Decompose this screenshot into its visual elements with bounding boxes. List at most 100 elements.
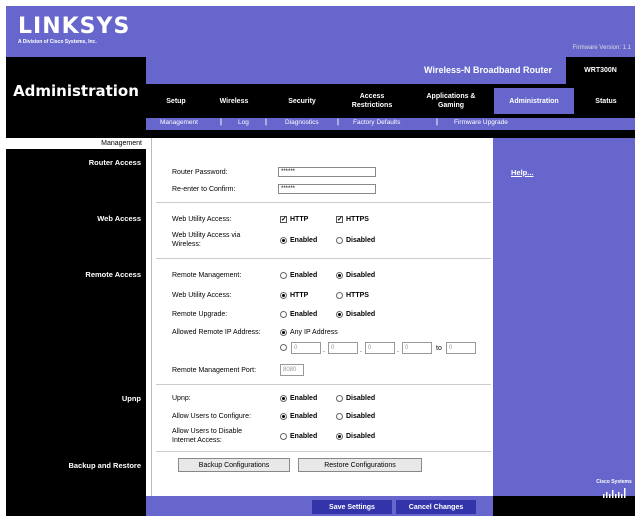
confirm-password-label: Re-enter to Confirm: bbox=[172, 186, 236, 193]
router-access-label: Router Access bbox=[88, 158, 141, 167]
radio-selected-icon bbox=[336, 272, 343, 279]
allowed-ip-label: Allowed Remote IP Address: bbox=[172, 329, 261, 336]
tab-setup[interactable]: Setup bbox=[152, 88, 200, 114]
subtab-diagnostics[interactable]: Diagnostics bbox=[285, 119, 319, 126]
enabled-label: Enabled bbox=[290, 433, 318, 440]
disabled-label: Disabled bbox=[346, 395, 376, 402]
tab-administration[interactable]: Administration bbox=[494, 88, 574, 114]
http-checkbox[interactable]: ✓ HTTP bbox=[280, 216, 308, 223]
cisco-logo-text: Cisco Systems bbox=[596, 479, 632, 485]
cancel-changes-button[interactable]: Cancel Changes bbox=[396, 500, 476, 514]
checkbox-checked-icon: ✓ bbox=[280, 216, 287, 223]
subtab-firmware-upgrade[interactable]: Firmware Upgrade bbox=[454, 119, 508, 126]
radio-unselected-icon bbox=[280, 433, 287, 440]
ip-octet-4-input[interactable]: 0 bbox=[402, 342, 432, 354]
radio-unselected-icon bbox=[336, 292, 343, 299]
upgrade-disabled-radio[interactable]: Disabled bbox=[336, 311, 375, 318]
configure-enabled-radio[interactable]: Enabled bbox=[280, 413, 317, 420]
disabled-label: Disabled bbox=[346, 433, 376, 440]
enabled-label: Enabled bbox=[290, 395, 318, 402]
subtab-log[interactable]: Log bbox=[238, 119, 249, 126]
radio-unselected-icon bbox=[280, 311, 287, 318]
tab-status[interactable]: Status bbox=[580, 88, 632, 114]
divider bbox=[156, 258, 491, 259]
remote-port-input[interactable]: 8080 bbox=[280, 364, 304, 376]
ip-to-label: to bbox=[436, 345, 442, 352]
upnp-label: Upnp bbox=[121, 394, 141, 403]
ip-end-input[interactable]: 0 bbox=[446, 342, 476, 354]
https-label: HTTPS bbox=[346, 216, 369, 223]
disabled-label: Disabled bbox=[346, 272, 376, 279]
divider bbox=[151, 138, 152, 496]
help-link[interactable]: Help... bbox=[511, 168, 534, 177]
ip-octet-3-input[interactable]: 0 bbox=[365, 342, 395, 354]
https-label: HTTPS bbox=[346, 292, 369, 299]
wireless-disabled-radio[interactable]: Disabled bbox=[336, 237, 375, 244]
divider bbox=[156, 451, 491, 452]
tab-access-restrictions[interactable]: Access Restrictions bbox=[342, 88, 402, 114]
divider bbox=[156, 384, 491, 385]
https-checkbox[interactable]: ✓ HTTPS bbox=[336, 216, 369, 223]
radio-unselected-icon bbox=[336, 413, 343, 420]
logo-subtitle: A Division of Cisco Systems, Inc. bbox=[18, 39, 97, 45]
disabled-label: Disabled bbox=[346, 413, 376, 420]
tab-applications-gaming[interactable]: Applications & Gaming bbox=[414, 88, 488, 114]
subtab-management[interactable]: Management bbox=[160, 119, 198, 126]
http-label: HTTP bbox=[290, 292, 309, 299]
remote-enabled-radio[interactable]: Enabled bbox=[280, 272, 317, 279]
enabled-label: Enabled bbox=[290, 272, 318, 279]
model-name: WRT300N bbox=[566, 57, 635, 84]
tab-wireless[interactable]: Wireless bbox=[206, 88, 262, 114]
linksys-logo: LINKSYS bbox=[18, 14, 131, 39]
upgrade-enabled-radio[interactable]: Enabled bbox=[280, 311, 317, 318]
any-ip-label: Any IP Address bbox=[290, 329, 338, 336]
save-settings-button[interactable]: Save Settings bbox=[312, 500, 392, 514]
upnp-enabled-radio[interactable]: Enabled bbox=[280, 395, 317, 402]
disable-disabled-radio[interactable]: Disabled bbox=[336, 433, 375, 440]
radio-unselected-icon bbox=[280, 272, 287, 279]
ip-dot: . bbox=[360, 347, 362, 354]
remote-http-radio[interactable]: HTTP bbox=[280, 292, 308, 299]
remote-disabled-radio[interactable]: Disabled bbox=[336, 272, 375, 279]
router-password-input[interactable]: ****** bbox=[278, 167, 376, 177]
any-ip-radio[interactable]: Any IP Address bbox=[280, 329, 338, 336]
firmware-version: Firmware Version: 1.1 bbox=[572, 45, 631, 51]
disable-enabled-radio[interactable]: Enabled bbox=[280, 433, 317, 440]
subtab-separator: | bbox=[220, 119, 222, 126]
confirm-password-input[interactable]: ****** bbox=[278, 184, 376, 194]
divider bbox=[156, 202, 491, 203]
remote-https-radio[interactable]: HTTPS bbox=[336, 292, 369, 299]
cisco-logo-icon bbox=[603, 488, 626, 498]
subtab-separator: | bbox=[337, 119, 339, 126]
remote-access-label: Remote Access bbox=[85, 270, 141, 279]
configure-disabled-radio[interactable]: Disabled bbox=[336, 413, 375, 420]
radio-unselected-icon bbox=[280, 344, 287, 351]
ip-range-radio[interactable] bbox=[280, 344, 287, 353]
backup-configurations-button[interactable]: Backup Configurations bbox=[178, 458, 290, 472]
page-title: Administration bbox=[13, 82, 139, 100]
subtab-separator: | bbox=[436, 119, 438, 126]
radio-selected-icon bbox=[280, 395, 287, 402]
ip-octet-1-input[interactable]: 0 bbox=[291, 342, 321, 354]
product-name: Wireless-N Broadband Router bbox=[424, 65, 552, 75]
ip-octet-2-input[interactable]: 0 bbox=[328, 342, 358, 354]
tab-security[interactable]: Security bbox=[274, 88, 330, 114]
router-password-label: Router Password: bbox=[172, 169, 228, 176]
enabled-label: Enabled bbox=[290, 413, 318, 420]
disabled-label: Disabled bbox=[346, 311, 376, 318]
ip-dot: . bbox=[397, 347, 399, 354]
wireless-enabled-radio[interactable]: Enabled bbox=[280, 237, 317, 244]
remote-management-label: Remote Management: bbox=[172, 272, 242, 279]
remote-web-utility-label: Web Utility Access: bbox=[172, 292, 232, 299]
upnp-disabled-radio[interactable]: Disabled bbox=[336, 395, 375, 402]
web-access-label: Web Access bbox=[97, 214, 141, 223]
help-panel bbox=[493, 138, 635, 496]
radio-selected-icon bbox=[280, 413, 287, 420]
subtab-factory-defaults[interactable]: Factory Defaults bbox=[353, 119, 400, 126]
allow-configure-label: Allow Users to Configure: bbox=[172, 413, 251, 420]
radio-selected-icon bbox=[280, 329, 287, 336]
ip-dot: . bbox=[323, 347, 325, 354]
restore-configurations-button[interactable]: Restore Configurations bbox=[298, 458, 422, 472]
remote-upgrade-label: Remote Upgrade: bbox=[172, 311, 228, 318]
enabled-label: Enabled bbox=[290, 237, 318, 244]
